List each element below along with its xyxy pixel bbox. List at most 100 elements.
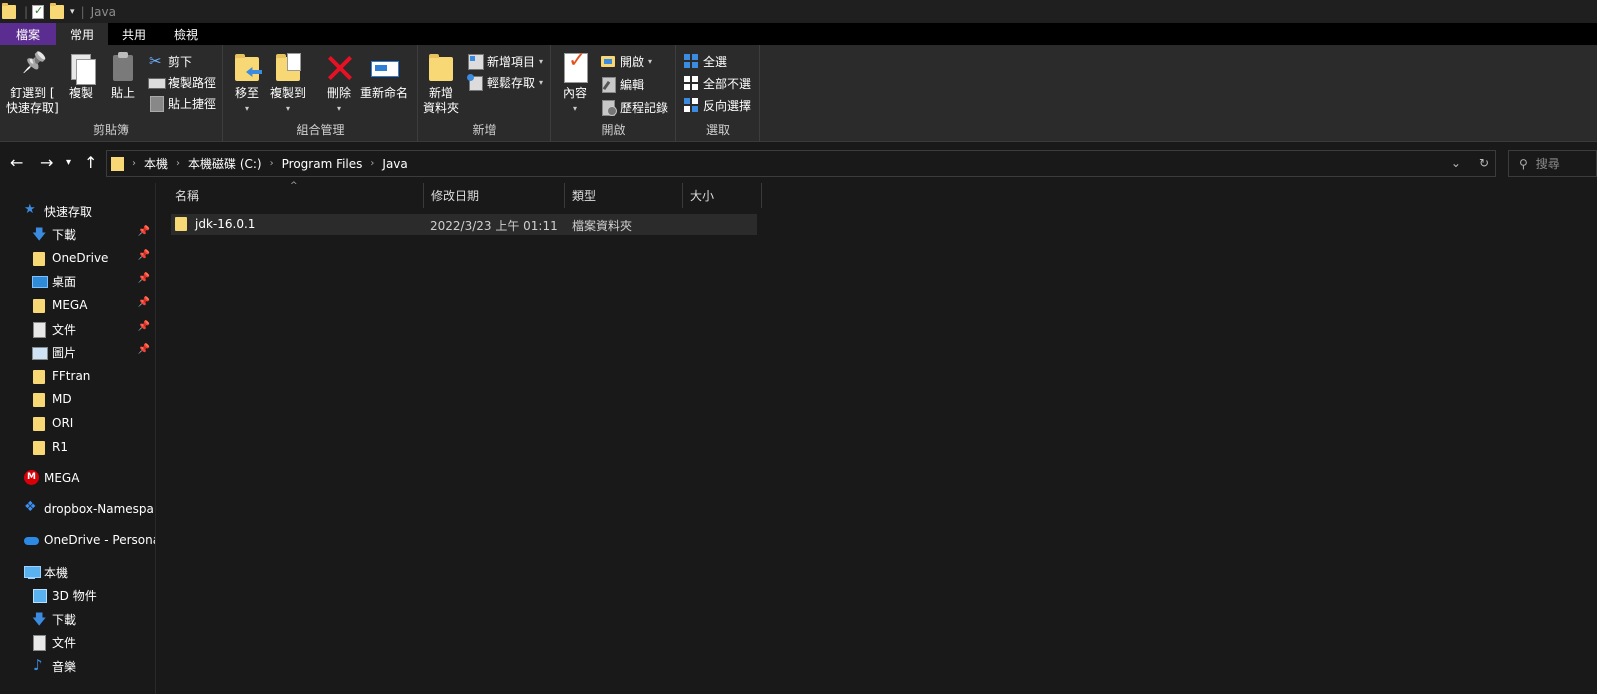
copy-button[interactable]: 複製 bbox=[66, 51, 96, 101]
picture-icon bbox=[32, 345, 48, 360]
nav-item-3d-objects[interactable]: 3D 物件 bbox=[0, 584, 155, 606]
cut-button[interactable]: 剪下 bbox=[148, 51, 192, 71]
edit-button[interactable]: 編輯 bbox=[600, 74, 644, 94]
history-button[interactable]: 歷程記錄 bbox=[600, 97, 668, 117]
nav-item-md[interactable]: MD bbox=[0, 388, 155, 410]
scissors-icon bbox=[148, 52, 164, 70]
nav-item-onedrive[interactable]: OneDrive 📌 bbox=[0, 247, 155, 269]
folder-icon bbox=[32, 392, 46, 407]
column-header-size[interactable]: 大小 bbox=[684, 183, 762, 208]
delete-label: 刪除 bbox=[326, 86, 351, 100]
new-group: 新增 資料夾 新增項目 ▾ 輕鬆存取 ▾ 新增 bbox=[419, 45, 551, 142]
new-folder-quick-icon[interactable] bbox=[50, 2, 65, 19]
easy-access-button[interactable]: 輕鬆存取 ▾ bbox=[467, 72, 543, 92]
mega-logo-icon bbox=[24, 470, 39, 485]
pin-label-line1: 釘選到 [ bbox=[10, 86, 55, 100]
copy-path-button[interactable]: 複製路徑 bbox=[148, 72, 216, 92]
address-bar[interactable]: › 本機 › 本機磁碟 (C:) › Program Files › Java … bbox=[106, 150, 1496, 177]
tab-share[interactable]: 共用 bbox=[108, 23, 160, 45]
breadcrumb-chevron-icon[interactable]: › bbox=[370, 158, 374, 169]
breadcrumb-chevron-icon[interactable]: › bbox=[270, 158, 274, 169]
pin-to-quick-access-button[interactable]: 釘選到 [ 快速存取] bbox=[6, 51, 59, 116]
organize-group-label: 組合管理 bbox=[296, 123, 345, 137]
chevron-down-icon: ▾ bbox=[539, 77, 544, 87]
nav-item-documents[interactable]: 文件 📌 bbox=[0, 318, 155, 340]
tab-file[interactable]: 檔案 bbox=[0, 23, 56, 45]
back-arrow-icon[interactable]: ← bbox=[10, 153, 23, 172]
pin-icon: 📌 bbox=[137, 344, 150, 355]
refresh-icon[interactable]: ↻ bbox=[1479, 156, 1489, 170]
chevron-down-icon: ▾ bbox=[286, 104, 291, 113]
music-icon bbox=[32, 656, 46, 674]
tab-view[interactable]: 檢視 bbox=[160, 23, 212, 45]
separator: | bbox=[24, 4, 29, 19]
pin-icon: 📌 bbox=[137, 250, 150, 261]
nav-label: 桌面 bbox=[52, 274, 77, 289]
pin-icon: 📌 bbox=[137, 321, 150, 332]
column-header-type[interactable]: 類型 bbox=[566, 183, 683, 208]
recent-locations-chevron-icon[interactable]: ▾ bbox=[66, 157, 71, 168]
nav-item-mega-folder[interactable]: MEGA 📌 bbox=[0, 294, 155, 316]
copy-to-button[interactable]: 複製到 ▾ bbox=[270, 51, 306, 116]
nav-item-pc-documents[interactable]: 文件 bbox=[0, 631, 155, 653]
nav-quick-access[interactable]: 快速存取 bbox=[0, 200, 155, 222]
history-label: 歷程記錄 bbox=[620, 100, 669, 115]
delete-icon bbox=[324, 51, 354, 83]
breadcrumb-chevron-icon[interactable]: › bbox=[176, 158, 180, 169]
move-to-button[interactable]: 移至 ▾ bbox=[232, 51, 262, 116]
search-box[interactable]: ⚲ 搜尋 bbox=[1508, 150, 1597, 177]
computer-icon bbox=[24, 565, 41, 579]
copy-path-label: 複製路徑 bbox=[168, 75, 217, 90]
select-none-button[interactable]: 全部不選 bbox=[683, 73, 751, 93]
tab-home[interactable]: 常用 bbox=[56, 23, 109, 45]
desktop-icon bbox=[32, 274, 48, 288]
breadcrumb-chevron-icon[interactable]: › bbox=[132, 158, 136, 169]
nav-item-desktop[interactable]: 桌面 📌 bbox=[0, 270, 155, 292]
table-row[interactable]: jdk-16.0.1 2022/3/23 上午 01:11 檔案資料夾 bbox=[171, 214, 757, 235]
rename-button[interactable]: 重新命名 bbox=[360, 51, 408, 101]
properties-icon bbox=[560, 51, 590, 83]
open-group-label: 開啟 bbox=[601, 123, 626, 137]
nav-item-music[interactable]: 音樂 bbox=[0, 655, 155, 677]
nav-dropbox[interactable]: dropbox-Namespa bbox=[0, 498, 155, 520]
nav-this-pc[interactable]: 本機 bbox=[0, 561, 155, 583]
nav-item-pc-downloads[interactable]: 下載 bbox=[0, 608, 155, 633]
select-group-label: 選取 bbox=[705, 123, 730, 137]
new-item-button[interactable]: 新增項目 ▾ bbox=[467, 51, 543, 71]
invert-selection-button[interactable]: 反向選擇 bbox=[683, 95, 751, 115]
column-header-name[interactable]: 名稱 bbox=[169, 183, 424, 208]
open-button[interactable]: 開啟 ▾ bbox=[600, 51, 652, 71]
copy-label: 複製 bbox=[68, 86, 93, 100]
new-folder-button[interactable]: 新增 資料夾 bbox=[423, 51, 459, 116]
up-arrow-icon[interactable]: ↑ bbox=[84, 153, 97, 172]
nav-item-r1[interactable]: R1 bbox=[0, 436, 155, 458]
folder-icon bbox=[32, 298, 46, 313]
nav-item-downloads[interactable]: 下載 📌 bbox=[0, 223, 155, 248]
nav-item-ori[interactable]: ORI bbox=[0, 412, 155, 434]
properties-quick-icon[interactable] bbox=[32, 4, 45, 19]
paste-button[interactable]: 貼上 bbox=[108, 51, 138, 101]
breadcrumb-program-files[interactable]: Program Files bbox=[282, 157, 363, 171]
paste-shortcut-button[interactable]: 貼上捷徑 bbox=[148, 93, 216, 113]
nav-item-fftran[interactable]: FFtran bbox=[0, 365, 155, 387]
delete-button[interactable]: 刪除 ▾ bbox=[324, 51, 354, 116]
chevron-down-icon: ▾ bbox=[244, 104, 249, 113]
properties-button[interactable]: 內容 ▾ bbox=[560, 51, 590, 116]
forward-arrow-icon[interactable]: → bbox=[40, 153, 53, 172]
open-label: 開啟 bbox=[620, 54, 645, 69]
download-arrow-icon bbox=[32, 224, 46, 248]
nav-item-pictures[interactable]: 圖片 📌 bbox=[0, 341, 155, 363]
customize-quick-access-dropdown[interactable]: ▾ bbox=[70, 7, 75, 17]
breadcrumb-this-pc[interactable]: 本機 bbox=[144, 155, 168, 172]
search-icon: ⚲ bbox=[1519, 156, 1528, 171]
copy-icon bbox=[66, 51, 96, 85]
column-header-modified[interactable]: 修改日期 bbox=[425, 183, 565, 208]
new-item-label: 新增項目 bbox=[487, 54, 536, 69]
nav-onedrive-personal[interactable]: OneDrive - Personal bbox=[0, 529, 155, 551]
breadcrumb-local-disk[interactable]: 本機磁碟 (C:) bbox=[188, 155, 262, 172]
nav-mega[interactable]: MEGA bbox=[0, 467, 155, 489]
breadcrumb-java[interactable]: Java bbox=[382, 157, 407, 171]
document-icon bbox=[32, 635, 46, 651]
select-all-button[interactable]: 全選 bbox=[683, 51, 727, 71]
address-history-chevron-icon[interactable]: ⌄ bbox=[1451, 156, 1461, 170]
